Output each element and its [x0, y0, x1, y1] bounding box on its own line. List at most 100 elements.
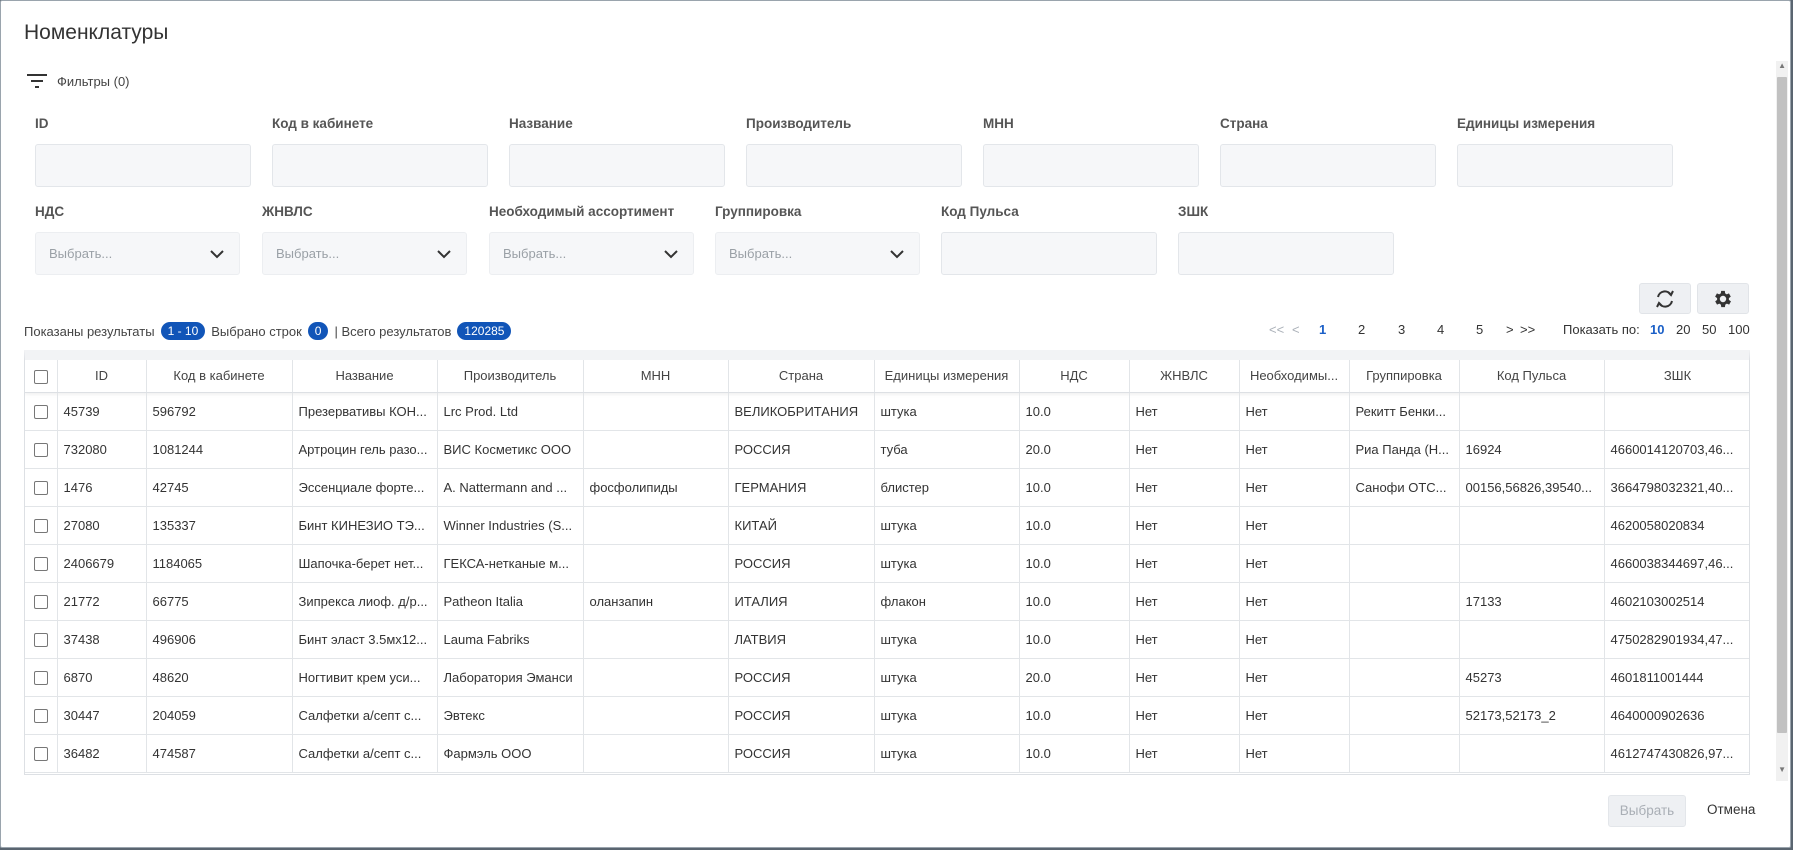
table-row[interactable]: 36482 474587 Салфетки а/септ с... Фармэль О… — [25, 734, 1749, 773]
col-header-grouping[interactable]: Группировка — [1349, 360, 1460, 393]
row-checkbox[interactable] — [33, 480, 48, 495]
table-row[interactable]: 27080 135337 Бинт КИНЕЗИО ТЭ... Winner Indu… — [25, 506, 1749, 545]
col-header-cabinet-code[interactable]: Код в кабинете — [146, 360, 293, 393]
scroll-down-icon[interactable]: ▼ — [1778, 765, 1786, 774]
scrollbar-thumb[interactable] — [1777, 77, 1787, 733]
col-header-zhnvls[interactable]: ЖНВЛС — [1129, 360, 1240, 393]
table-cell: Нет — [1129, 582, 1240, 621]
selected-label: Выбрано строк — [211, 323, 302, 339]
nomenclature-dialog: Номенклатуры Фильтры (0) ID Код в кабине… — [0, 0, 1791, 848]
filter-id-input[interactable] — [35, 144, 251, 187]
pager-next[interactable]: > — [1506, 322, 1514, 337]
table-cell: Риа Панда (Н... — [1349, 430, 1460, 469]
pager-first[interactable]: << — [1269, 322, 1284, 337]
total-count-badge: 120285 — [457, 322, 512, 340]
table-cell: Шапочка-берет нет... — [292, 544, 438, 583]
total-label: | Всего результатов — [334, 323, 452, 339]
settings-button[interactable] — [1697, 283, 1749, 314]
table-cell: 1476 — [57, 468, 147, 507]
table-cell: 17133 — [1459, 582, 1605, 621]
table-row[interactable]: 1476 42745 Эссенциале форте... A. Natterman… — [25, 468, 1749, 507]
filter-country-input[interactable] — [1220, 144, 1436, 187]
row-checkbox[interactable] — [33, 442, 48, 457]
filter-mnn-input[interactable] — [983, 144, 1199, 187]
cancel-button[interactable]: Отмена — [1701, 795, 1761, 827]
table-cell: Нет — [1239, 544, 1350, 583]
scroll-up-icon[interactable]: ▲ — [1778, 61, 1786, 70]
row-checkbox[interactable] — [33, 746, 48, 761]
table-row[interactable]: 37438 496906 Бинт эласт 3.5мх12... Lauma Fa… — [25, 620, 1749, 659]
col-header-name[interactable]: Название — [292, 360, 438, 393]
col-header-id[interactable]: ID — [57, 360, 147, 393]
results-table: ID Код в кабинете Название Производитель… — [24, 350, 1750, 775]
table-row[interactable]: 45739 596792 Презервативы КОН... Lrc Prod. … — [25, 392, 1749, 431]
table-row[interactable]: 6870 48620 Ногтивит крем уси... Лаборатория… — [25, 658, 1749, 697]
table-cell: 42745 — [146, 468, 293, 507]
page-size-50[interactable]: 50 — [1702, 322, 1716, 337]
page-size-100[interactable]: 100 — [1728, 322, 1750, 337]
col-header-zshk[interactable]: ЗШК — [1604, 360, 1749, 393]
shown-label: Показаны результаты — [24, 323, 155, 339]
filters-label: Фильтры (0) — [57, 73, 130, 89]
table-cell: штука — [874, 734, 1020, 773]
table-cell: ВИС Косметикс ООО — [437, 430, 584, 469]
col-header-units[interactable]: Единицы измерения — [874, 360, 1020, 393]
table-row[interactable]: 732080 1081244 Артроцин гель разо... ВИС Ко… — [25, 430, 1749, 469]
pager-page-4[interactable]: 4 — [1437, 322, 1444, 337]
table-cell — [583, 544, 729, 583]
col-header-manufacturer[interactable]: Производитель — [437, 360, 584, 393]
filter-puls-code: Код Пульса — [941, 204, 1157, 275]
table-cell: 496906 — [146, 620, 293, 659]
filter-assortment: Необходимый ассортимент Выбрать... — [489, 204, 694, 275]
filter-zshk: ЗШК — [1178, 204, 1394, 275]
filter-cabinet-code-input[interactable] — [272, 144, 488, 187]
filter-assortment-label: Необходимый ассортимент — [489, 204, 675, 219]
filter-zhnvls-select[interactable]: Выбрать... — [262, 232, 467, 275]
pager-prev[interactable]: < — [1292, 322, 1300, 337]
row-checkbox[interactable] — [33, 670, 48, 685]
table-cell: 10.0 — [1019, 582, 1130, 621]
filters-toggle[interactable]: Фильтры (0) — [27, 73, 130, 89]
table-row[interactable]: 2406679 1184065 Шапочка-берет нет... ГЕКСА-… — [25, 544, 1749, 583]
filter-manufacturer-input[interactable] — [746, 144, 962, 187]
page-size-20[interactable]: 20 — [1676, 322, 1690, 337]
filter-nds-select[interactable]: Выбрать... — [35, 232, 240, 275]
row-checkbox[interactable] — [33, 404, 48, 419]
col-header-mnn[interactable]: МНН — [583, 360, 729, 393]
chevron-down-icon — [437, 249, 451, 258]
pager-page-1[interactable]: 1 — [1319, 322, 1326, 337]
filter-name-input[interactable] — [509, 144, 725, 187]
select-all-checkbox[interactable] — [33, 369, 48, 384]
pager-page-5[interactable]: 5 — [1476, 322, 1483, 337]
filter-puls-code-input[interactable] — [941, 232, 1157, 275]
select-button[interactable]: Выбрать — [1608, 795, 1686, 827]
col-header-assortment[interactable]: Необходимы... — [1239, 360, 1350, 393]
row-checkbox[interactable] — [33, 594, 48, 609]
row-checkbox[interactable] — [33, 632, 48, 647]
table-cell: 204059 — [146, 696, 293, 735]
selected-count-badge: 0 — [307, 322, 329, 340]
col-header-puls-code[interactable]: Код Пульса — [1459, 360, 1605, 393]
refresh-button[interactable] — [1639, 283, 1691, 314]
filter-units-input[interactable] — [1457, 144, 1673, 187]
table-cell — [1604, 392, 1749, 431]
page-size-10[interactable]: 10 — [1650, 322, 1664, 337]
table-cell: 4620058020834 — [1604, 506, 1749, 545]
row-checkbox[interactable] — [33, 518, 48, 533]
pager-page-2[interactable]: 2 — [1358, 322, 1365, 337]
col-header-country[interactable]: Страна — [728, 360, 875, 393]
filter-zshk-input[interactable] — [1178, 232, 1394, 275]
table-cell — [583, 392, 729, 431]
row-checkbox[interactable] — [33, 708, 48, 723]
filter-assortment-select[interactable]: Выбрать... — [489, 232, 694, 275]
filter-mnn-label: МНН — [983, 116, 1014, 131]
filter-grouping-select[interactable]: Выбрать... — [715, 232, 920, 275]
table-row[interactable]: 30447 204059 Салфетки а/септ с... Эвтекс РОС… — [25, 696, 1749, 735]
table-row[interactable]: 21772 66775 Зипрекса лиоф. д/р... Patheon I… — [25, 582, 1749, 621]
chevron-down-icon — [210, 249, 224, 258]
col-header-nds[interactable]: НДС — [1019, 360, 1130, 393]
pager-last[interactable]: >> — [1520, 322, 1535, 337]
table-cell: РОССИЯ — [728, 430, 875, 469]
pager-page-3[interactable]: 3 — [1398, 322, 1405, 337]
row-checkbox[interactable] — [33, 556, 48, 571]
